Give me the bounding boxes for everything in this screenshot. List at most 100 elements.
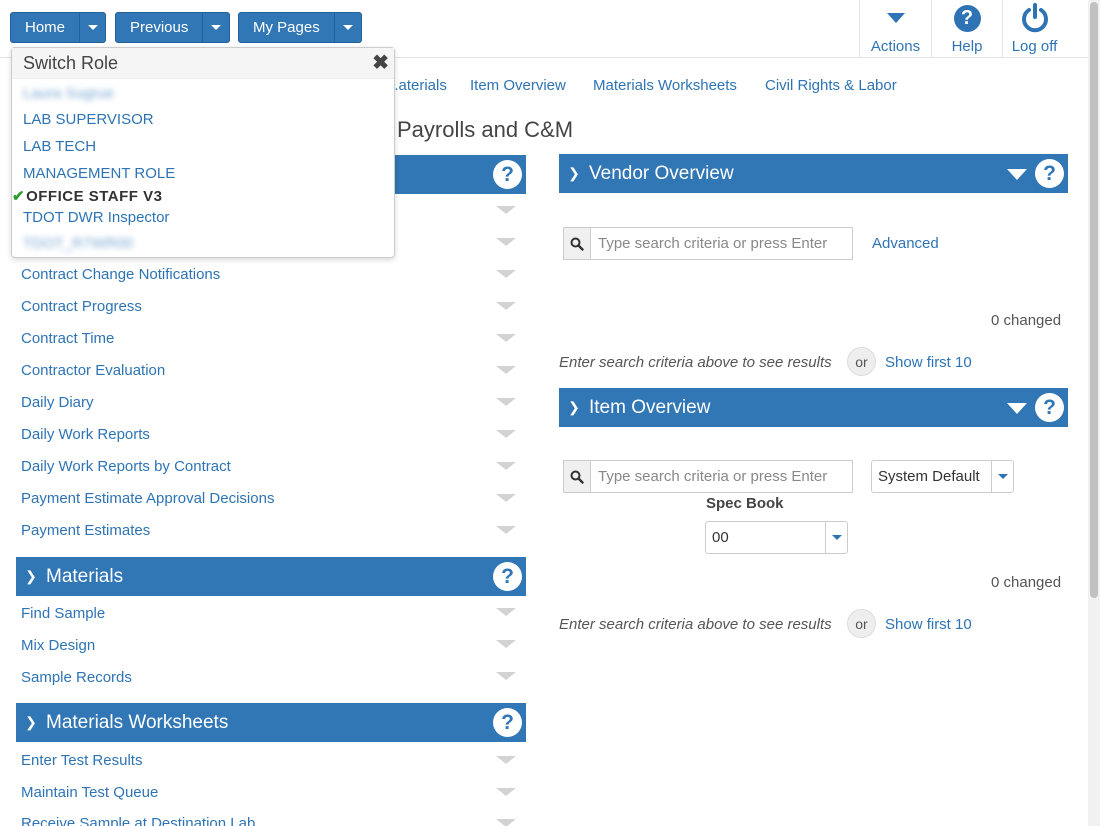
logoff-button[interactable]: Log off [1002, 0, 1066, 58]
spec-book-label: Spec Book [706, 495, 784, 512]
caret-down-icon [886, 13, 905, 23]
link-enter-test-results[interactable]: Enter Test Results [21, 752, 142, 769]
help-icon[interactable]: ? [1035, 159, 1064, 188]
materials-title: Materials [46, 565, 124, 587]
actions-button[interactable]: Actions [859, 0, 931, 58]
chevron-down-icon[interactable]: ❯ [18, 714, 44, 731]
vendor-search-input[interactable] [591, 228, 852, 259]
link-sample-records[interactable]: Sample Records [21, 669, 132, 686]
chevron-down-icon [343, 25, 353, 30]
materials-section-header[interactable]: ❯ Materials ? [16, 557, 526, 596]
tab-civil-rights-labor[interactable]: Civil Rights & Labor [765, 77, 897, 94]
help-icon[interactable]: ? [493, 160, 522, 189]
help-label: Help [951, 38, 983, 55]
home-button[interactable]: Home [10, 12, 106, 43]
chevron-down-icon [87, 25, 98, 30]
tab-item-overview[interactable]: Item Overview [470, 77, 566, 94]
link-find-sample[interactable]: Find Sample [21, 605, 105, 622]
link-contract-time[interactable]: Contract Time [21, 330, 114, 347]
row-menu-caret[interactable] [496, 462, 516, 470]
actions-label: Actions [870, 38, 921, 55]
item-show-first-link[interactable]: Show first 10 [885, 616, 972, 633]
my-pages-button[interactable]: My Pages [238, 12, 362, 43]
row-menu-caret[interactable] [496, 608, 516, 616]
link-contract-progress[interactable]: Contract Progress [21, 298, 142, 315]
row-menu-caret[interactable] [496, 334, 516, 342]
role-item-blurred[interactable]: Laura Sugrue [23, 85, 114, 102]
vendor-show-first-link[interactable]: Show first 10 [885, 354, 972, 371]
item-overview-title: Item Overview [589, 396, 711, 418]
row-menu-caret[interactable] [496, 398, 516, 406]
link-maintain-test-queue[interactable]: Maintain Test Queue [21, 784, 158, 801]
power-icon [1021, 3, 1048, 33]
actions-icon [886, 2, 905, 34]
link-payment-estimates[interactable]: Payment Estimates [21, 522, 150, 539]
chevron-down-icon[interactable]: ❯ [561, 165, 587, 182]
view-select[interactable]: System Default [871, 460, 1014, 493]
spec-book-select[interactable]: 00 [705, 521, 848, 554]
role-item-blurred[interactable]: TDOT_R7WR00 [23, 235, 133, 252]
tab-materials[interactable]: ...aterials [386, 77, 447, 94]
page-scrollbar[interactable] [1088, 0, 1100, 826]
chevron-down-icon[interactable]: ❯ [561, 399, 587, 416]
row-menu-caret[interactable] [496, 270, 516, 278]
row-menu-caret[interactable] [496, 672, 516, 680]
row-menu-caret[interactable] [496, 788, 516, 796]
row-menu-caret[interactable] [496, 819, 516, 826]
help-icon[interactable]: ? [1035, 393, 1064, 422]
role-item-lab-tech[interactable]: LAB TECH [23, 138, 96, 155]
link-daily-diary[interactable]: Daily Diary [21, 394, 94, 411]
item-overview-header[interactable]: ❯ Item Overview ? [559, 388, 1068, 427]
view-select-value: System Default [878, 468, 980, 485]
vendor-overview-header[interactable]: ❯ Vendor Overview ? [559, 154, 1068, 193]
row-menu-caret[interactable] [496, 640, 516, 648]
row-menu-caret[interactable] [496, 206, 516, 214]
role-item-office-staff-v3[interactable]: ✔OFFICE STAFF V3 [12, 187, 163, 205]
role-item-lab-supervisor[interactable]: LAB SUPERVISOR [23, 111, 154, 128]
row-menu-caret[interactable] [496, 526, 516, 534]
my-pages-label[interactable]: My Pages [239, 13, 334, 42]
row-menu-caret[interactable] [496, 430, 516, 438]
caret-down-icon[interactable] [1007, 403, 1027, 414]
switch-role-popup: Switch Role ✖ Laura Sugrue LAB SUPERVISO… [11, 47, 395, 258]
caret-down-icon[interactable] [1007, 169, 1027, 180]
link-contract-change-notifications[interactable]: Contract Change Notifications [21, 266, 220, 283]
row-menu-caret[interactable] [496, 238, 516, 246]
vendor-changed-count: 0 changed [991, 312, 1062, 329]
previous-button[interactable]: Previous [115, 12, 230, 43]
vendor-search-hint: Enter search criteria above to see resul… [559, 354, 832, 371]
row-menu-caret[interactable] [496, 494, 516, 502]
row-menu-caret[interactable] [496, 366, 516, 374]
home-label[interactable]: Home [11, 13, 79, 42]
my-pages-dropdown-caret[interactable] [334, 13, 361, 42]
or-badge: or [847, 347, 876, 376]
vendor-search [563, 227, 853, 260]
link-contractor-evaluation[interactable]: Contractor Evaluation [21, 362, 165, 379]
scrollbar-thumb[interactable] [1090, 2, 1098, 598]
item-search-input[interactable] [591, 461, 852, 492]
close-icon[interactable]: ✖ [372, 50, 389, 75]
link-receive-sample-at-destination-lab[interactable]: Receive Sample at Destination Lab [21, 815, 255, 826]
logoff-label: Log off [1011, 38, 1058, 55]
row-menu-caret[interactable] [496, 756, 516, 764]
materials-worksheets-section-header[interactable]: ❯ Materials Worksheets ? [16, 703, 526, 742]
previous-label[interactable]: Previous [116, 13, 202, 42]
role-item-management-role[interactable]: MANAGEMENT ROLE [23, 165, 175, 182]
tab-materials-worksheets[interactable]: Materials Worksheets [593, 77, 737, 94]
link-daily-work-reports-by-contract[interactable]: Daily Work Reports by Contract [21, 458, 231, 475]
role-item-tdot-dwr-inspector[interactable]: TDOT DWR Inspector [23, 209, 169, 226]
row-menu-caret[interactable] [496, 302, 516, 310]
advanced-search-link[interactable]: Advanced [872, 235, 939, 252]
chevron-down-icon[interactable]: ❯ [18, 568, 44, 585]
item-changed-count: 0 changed [991, 574, 1062, 591]
link-payment-estimate-approval-decisions[interactable]: Payment Estimate Approval Decisions [21, 490, 274, 507]
link-daily-work-reports[interactable]: Daily Work Reports [21, 426, 150, 443]
role-item-label: OFFICE STAFF V3 [26, 188, 163, 205]
previous-dropdown-caret[interactable] [202, 13, 229, 42]
help-icon[interactable]: ? [493, 708, 522, 737]
spec-book-value: 00 [712, 529, 729, 546]
home-dropdown-caret[interactable] [79, 13, 105, 42]
help-button[interactable]: ? Help [931, 0, 1002, 58]
link-mix-design[interactable]: Mix Design [21, 637, 95, 654]
help-icon[interactable]: ? [493, 562, 522, 591]
